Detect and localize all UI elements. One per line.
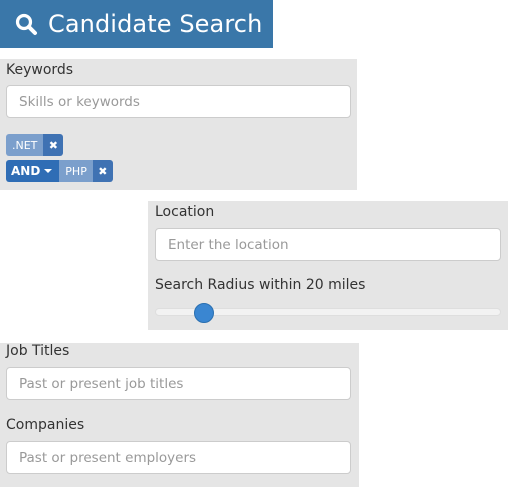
radius-slider-handle[interactable] bbox=[194, 303, 215, 323]
search-icon bbox=[14, 12, 38, 36]
keyword-tag-label: PHP bbox=[59, 160, 93, 182]
keyword-tag: AND PHP ✖ bbox=[6, 160, 113, 182]
keyword-tag-label: .NET bbox=[6, 134, 44, 156]
companies-input[interactable] bbox=[6, 441, 351, 474]
remove-tag-icon[interactable]: ✖ bbox=[92, 160, 113, 182]
tag-operator-dropdown[interactable]: AND bbox=[6, 160, 60, 182]
companies-label: Companies bbox=[6, 417, 85, 433]
page-header: Candidate Search bbox=[0, 0, 273, 48]
remove-tag-icon[interactable]: ✖ bbox=[43, 134, 64, 156]
keywords-panel: Keywords .NET ✖ AND PHP ✖ bbox=[0, 59, 357, 190]
page-title: Candidate Search bbox=[48, 10, 263, 38]
caret-down-icon bbox=[44, 169, 53, 173]
location-label: Location bbox=[155, 204, 215, 220]
location-input[interactable] bbox=[155, 228, 501, 261]
location-panel: Location Search Radius within 20 miles bbox=[148, 201, 508, 330]
keywords-input[interactable] bbox=[6, 85, 351, 118]
tag-operator-label: AND bbox=[11, 164, 41, 178]
search-radius-label: Search Radius within 20 miles bbox=[155, 277, 366, 293]
keywords-label: Keywords bbox=[6, 62, 74, 78]
job-titles-label: Job Titles bbox=[6, 343, 70, 359]
keyword-tag: .NET ✖ bbox=[6, 134, 64, 156]
experience-panel: Job Titles Companies bbox=[0, 343, 359, 487]
job-titles-input[interactable] bbox=[6, 367, 351, 400]
